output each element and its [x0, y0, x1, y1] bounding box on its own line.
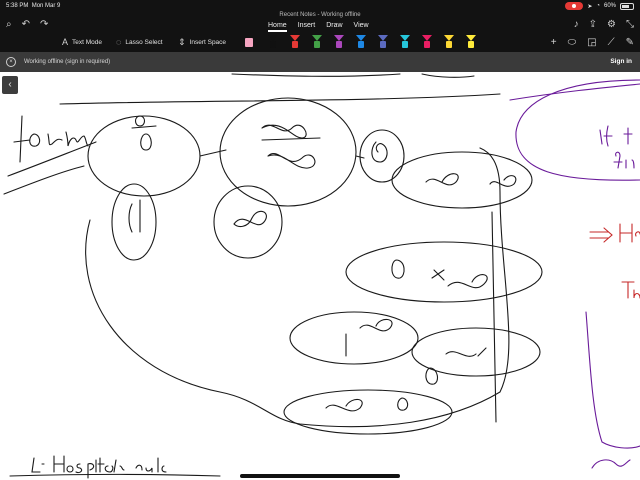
back-button[interactable]: ‹: [2, 76, 18, 94]
redo-icon[interactable]: ↷: [40, 19, 48, 30]
lasso-icon: ◌: [116, 37, 122, 47]
shapes-icon[interactable]: ⬭: [568, 37, 577, 48]
pen-cyan[interactable]: [400, 35, 410, 49]
search-icon[interactable]: ⌕: [6, 19, 12, 30]
ink-blob-zero-times-infty: [345, 241, 543, 303]
ink-layer: [3, 73, 640, 479]
settings-icon[interactable]: ⚙: [607, 19, 616, 30]
ink-form-underline: [7, 141, 97, 177]
ink-blob-infty: [219, 97, 357, 207]
ink-one-infty: [345, 318, 393, 357]
location-icon: ➤: [587, 3, 593, 10]
pen-blue[interactable]: [356, 35, 366, 49]
pen-indigo[interactable]: [378, 35, 388, 49]
sign-in-link[interactable]: Sign in: [610, 58, 632, 65]
insert-space-icon: ⇕: [178, 37, 186, 47]
ink-blob-infty-minus: [391, 151, 533, 209]
pen-black[interactable]: [268, 35, 278, 49]
note-canvas[interactable]: ‹: [0, 72, 640, 480]
ink-purple-right-line: [585, 311, 640, 449]
ink-infty-zero: [325, 397, 409, 412]
toolbar-right-icons: + ⬭ ◲ ⟋ ✎: [551, 37, 634, 48]
offline-banner: × Working offline (sign in required) Sig…: [0, 52, 640, 72]
ink-zero-right: [371, 141, 388, 163]
battery-icon: [620, 2, 634, 10]
recording-indicator-icon: [565, 2, 584, 10]
ink-infty-small: [233, 210, 267, 228]
pen-green[interactable]: [312, 35, 322, 49]
collapse-icon[interactable]: ⤡: [626, 19, 634, 30]
ink-infty-2: [267, 153, 316, 169]
tab-draw[interactable]: Draw: [326, 22, 342, 32]
add-pen-icon[interactable]: +: [551, 37, 557, 48]
ink-form-underline-2: [3, 165, 85, 195]
draw-toolbar: A Text Mode ◌ Lasso Select ⇕ Insert Spac…: [0, 34, 640, 52]
ink-purple-margin-box: [515, 79, 640, 181]
ink-blob-zero-zero: [411, 327, 541, 377]
lasso-select-button[interactable]: ◌ Lasso Select: [116, 37, 163, 47]
ink-infty-1: [261, 124, 307, 139]
ink-purple-bottom: [591, 459, 631, 469]
ink-zero-col: [128, 199, 141, 233]
ink-zero-zero: [425, 347, 487, 385]
ink-frac-bar: [261, 137, 321, 141]
ruler-icon[interactable]: ⟋: [608, 37, 615, 48]
ink-zero-times-infty: [391, 259, 488, 289]
ink-zero-fraction: [131, 115, 157, 151]
ink-top-arc-2: [421, 73, 475, 78]
pen-red[interactable]: [290, 35, 300, 49]
status-time: 5:38 PM Mon Mar 9: [6, 3, 61, 9]
text-mode-button[interactable]: A Text Mode: [62, 37, 102, 47]
ink-red-arrow: [589, 227, 613, 243]
status-bar: 5:38 PM Mon Mar 9 ➤ ◔ 60%: [0, 0, 640, 12]
ink-purple-fin: [613, 151, 635, 169]
close-banner-icon[interactable]: ×: [6, 57, 16, 67]
ink-red-he: [619, 223, 640, 243]
tab-insert[interactable]: Insert: [298, 22, 316, 32]
ink-purple-if: [599, 125, 633, 147]
highlighter-light-yellow[interactable]: [466, 35, 476, 49]
ink-blob-infty-small: [213, 185, 283, 259]
ribbon-tabs: Home Insert Draw View: [268, 22, 369, 32]
status-indicators: ➤ ◔ 60%: [565, 2, 634, 10]
ink-vertical-line: [491, 211, 497, 423]
ink-blob-one-infty: [289, 311, 419, 365]
ink-big-loop: [85, 147, 510, 428]
undo-icon[interactable]: ↶: [22, 19, 30, 30]
ink-top-line: [59, 93, 501, 105]
ink-blob-zero-right: [359, 129, 405, 183]
bell-icon[interactable]: ♪: [574, 19, 579, 30]
offline-message: Working offline (sign in required): [24, 59, 111, 65]
ink-blob-zero-over-zero: [87, 115, 201, 197]
ink-to-shape-icon[interactable]: ◲: [587, 37, 596, 48]
insert-space-button[interactable]: ⇕ Insert Space: [178, 37, 226, 48]
eraser-tool[interactable]: [245, 38, 253, 47]
text-mode-icon: A: [62, 37, 69, 47]
ink-replay-icon[interactable]: ✎: [626, 37, 634, 48]
ink-red-th: [621, 281, 640, 299]
highlighter-yellow[interactable]: [444, 35, 454, 49]
ink-infty-minus: [425, 173, 517, 187]
document-title: Recent Notes - Working offline: [279, 12, 361, 18]
share-icon[interactable]: ⇪: [589, 19, 597, 30]
pen-pink[interactable]: [422, 35, 432, 49]
wifi-icon: ◔: [596, 3, 600, 9]
nav-icons: ⌕ ↶ ↷: [6, 19, 48, 30]
ink-connector-1: [199, 149, 227, 157]
home-indicator: [240, 474, 400, 478]
battery-percent: 60%: [603, 3, 616, 9]
tab-home[interactable]: Home: [268, 22, 287, 32]
header-right-icons: ♪ ⇪ ⚙ ⤡: [574, 19, 634, 30]
tab-view[interactable]: View: [354, 22, 369, 32]
pen-purple[interactable]: [334, 35, 344, 49]
ink-hopital-underline: [9, 473, 221, 477]
ink-form-word: [13, 115, 89, 163]
ink-top-arc: [231, 73, 401, 77]
app-header: Recent Notes - Working offline ⌕ ↶ ↷ Hom…: [0, 12, 640, 52]
ink-blob-infty-zero: [283, 389, 453, 435]
